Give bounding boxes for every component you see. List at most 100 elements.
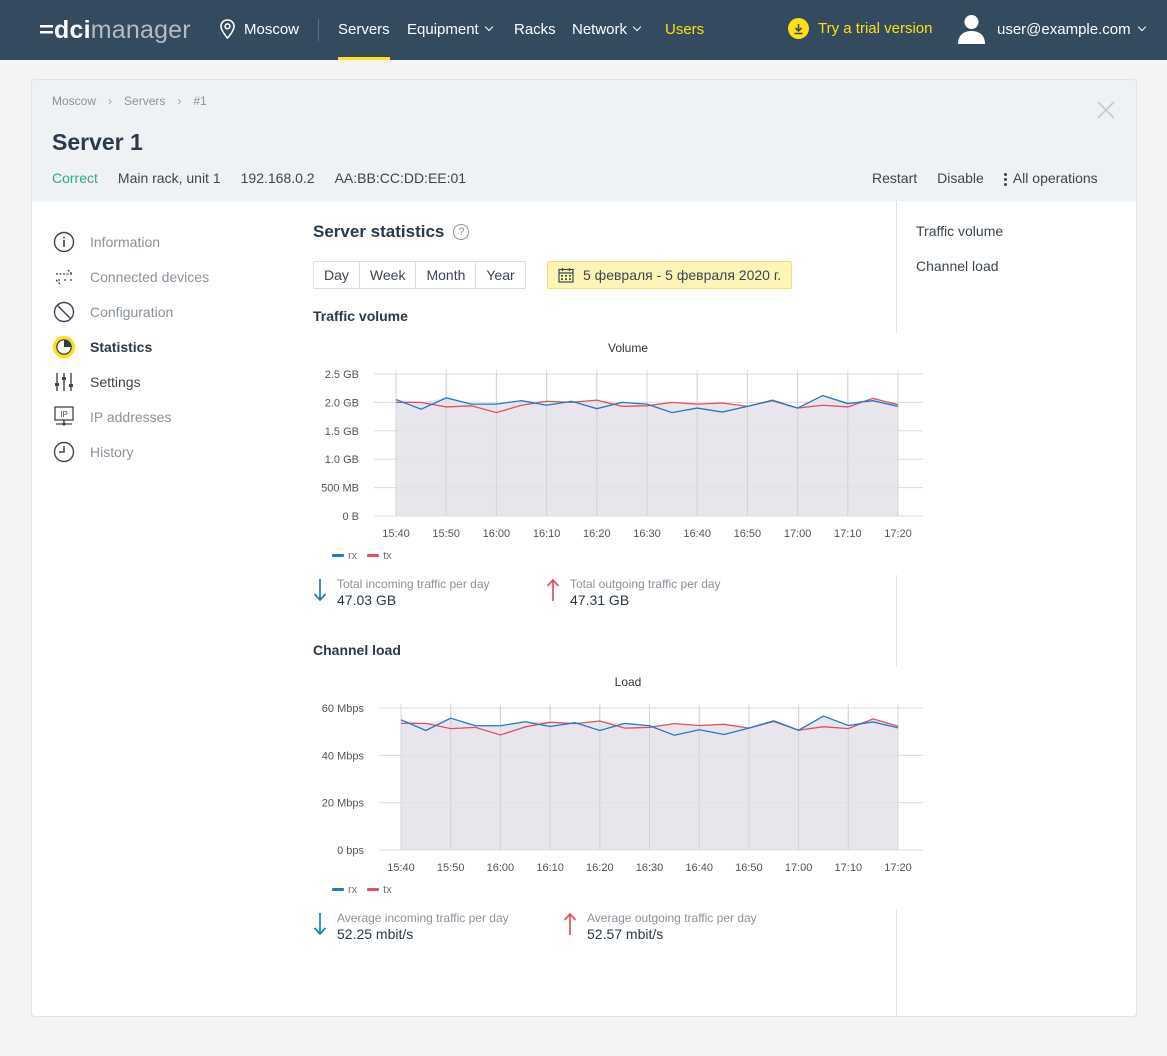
legend-swatch-rx: [332, 554, 344, 557]
close-icon[interactable]: [1096, 100, 1116, 120]
sidebar-item-label: History: [90, 443, 134, 460]
help-icon[interactable]: ?: [453, 224, 470, 240]
x-tick-label: 16:20: [583, 528, 611, 540]
legend-item-tx[interactable]: tx: [367, 550, 392, 562]
x-tick-label: 16:00: [483, 528, 511, 540]
y-tick-label: 0 B: [342, 511, 359, 523]
logo-text-dci: dci: [54, 16, 91, 44]
server-side-menu: Information Connected devices Configurat…: [52, 224, 209, 469]
legend-item-rx[interactable]: rx: [332, 884, 357, 896]
location-selector[interactable]: Moscow: [220, 19, 299, 39]
nav-users[interactable]: Users: [665, 0, 704, 60]
date-range-picker[interactable]: 5 февраля - 5 февраля 2020 г.: [547, 261, 793, 289]
sidebar-item-connected-devices[interactable]: Connected devices: [52, 259, 209, 294]
anchor-traffic-volume[interactable]: Traffic volume: [916, 223, 1003, 258]
more-vertical-icon: [1003, 172, 1007, 186]
breadcrumb-separator: ›: [108, 94, 113, 108]
trial-version-button[interactable]: Try a trial version: [788, 18, 932, 39]
nav-racks-label: Racks: [514, 21, 556, 38]
x-tick-label: 17:10: [834, 528, 862, 540]
location-label: Moscow: [244, 20, 300, 38]
dcimanager-logo[interactable]: dcimanager: [40, 16, 191, 45]
right-nav-divider: [896, 201, 897, 1016]
date-range-value: 5 февраля - 5 февраля 2020 г.: [583, 267, 782, 283]
legend-swatch-tx: [367, 888, 380, 891]
info-icon: [52, 230, 76, 254]
y-tick-label: 40 Mbps: [322, 750, 365, 762]
mac-address: AA:BB:CC:DD:EE:01: [334, 170, 467, 186]
stat-label: Average incoming traffic per day: [337, 911, 509, 925]
legend-label-rx: rx: [348, 884, 358, 896]
disable-button[interactable]: Disable: [937, 170, 984, 186]
breadcrumb-moscow[interactable]: Moscow: [52, 94, 96, 108]
logo-mark-icon: [40, 25, 53, 34]
ip-icon: IP: [52, 405, 76, 429]
sidebar-item-information[interactable]: Information: [52, 224, 209, 259]
server-meta: Correct Main rack, unit 1 192.168.0.2 AA…: [52, 170, 466, 186]
legend-swatch-tx: [367, 554, 380, 557]
legend-swatch-rx: [332, 888, 344, 891]
sidebar-item-label: IP addresses: [90, 408, 172, 425]
history-clock-icon: [52, 440, 76, 464]
y-tick-label: 0 bps: [337, 845, 364, 857]
x-tick-label: 16:30: [633, 528, 661, 540]
x-tick-label: 16:50: [734, 528, 762, 540]
breadcrumb-servers[interactable]: Servers: [124, 94, 165, 108]
x-tick-label: 17:00: [784, 528, 812, 540]
page-title: Server 1: [52, 129, 143, 155]
x-tick-label: 15:50: [432, 528, 460, 540]
chart-title-load: Load: [614, 675, 642, 689]
legend-label-rx: rx: [348, 550, 358, 562]
nav-users-label: Users: [665, 21, 705, 38]
nav-racks[interactable]: Racks: [514, 0, 556, 60]
x-tick-label: 16:10: [533, 528, 561, 540]
x-tick-label: 16:00: [487, 862, 515, 874]
volume-chart: 0 B 500 MB 1.0 GB 1.5 GB 2.0 GB 2.5 GB 15:40 15…: [321, 369, 923, 540]
arrow-down-icon: [313, 579, 327, 602]
nav-equipment[interactable]: Equipment: [407, 0, 493, 60]
server-card: Moscow › Servers › #1 Server 1 Correct M…: [31, 79, 1137, 1017]
y-tick-label: 1.5 GB: [325, 426, 359, 438]
period-month-button[interactable]: Month: [416, 262, 477, 288]
y-tick-label: 500 MB: [321, 483, 359, 495]
server-actions: Restart Disable All operations: [872, 170, 1098, 186]
all-operations-button[interactable]: All operations: [1003, 170, 1098, 186]
y-tick-label: 2.0 GB: [325, 397, 359, 409]
x-tick-label: 15:50: [437, 862, 465, 874]
y-tick-label: 1.0 GB: [325, 454, 359, 466]
stat-value: 52.25 mbit/s: [337, 926, 414, 942]
nav-servers[interactable]: Servers: [338, 0, 390, 60]
sidebar-item-label: Connected devices: [90, 268, 210, 285]
period-selector: Day Week Month Year: [313, 261, 526, 289]
restart-button[interactable]: Restart: [872, 170, 917, 186]
sidebar-item-label: Information: [90, 233, 161, 250]
sidebar-item-history[interactable]: History: [52, 434, 209, 469]
stat-average-incoming: Average incoming traffic per day 52.25 mb…: [313, 911, 509, 942]
top-navigation-bar: dcimanager Moscow Servers Equipment Rack…: [0, 0, 1167, 60]
x-tick-label: 17:20: [884, 528, 912, 540]
sidebar-item-ip-addresses[interactable]: IP IP addresses: [52, 399, 209, 434]
settings-sliders-icon: [52, 370, 76, 394]
nav-network[interactable]: Network: [572, 0, 642, 60]
x-tick-label: 15:40: [387, 862, 415, 874]
stat-label: Average outgoing traffic per day: [587, 911, 757, 925]
x-tick-label: 16:10: [536, 862, 564, 874]
sidebar-item-configuration[interactable]: Configuration: [52, 294, 209, 329]
breadcrumb-current: #1: [193, 94, 207, 108]
sidebar-item-statistics[interactable]: Statistics: [52, 329, 209, 364]
status-badge: Correct: [52, 170, 98, 186]
legend-item-tx[interactable]: tx: [367, 884, 392, 896]
statistics-icon: [52, 335, 76, 359]
sidebar-item-settings[interactable]: Settings: [52, 364, 209, 399]
period-day-button[interactable]: Day: [314, 262, 360, 288]
period-year-button[interactable]: Year: [476, 262, 524, 288]
server-header: Moscow › Servers › #1 Server 1 Correct M…: [32, 80, 1136, 201]
section-anchor-nav: Traffic volume Channel load: [916, 223, 1003, 293]
period-week-button[interactable]: Week: [360, 262, 417, 288]
chevron-down-icon: [632, 22, 642, 32]
y-tick-label: 60 Mbps: [322, 703, 365, 715]
legend-item-rx[interactable]: rx: [332, 550, 357, 562]
user-menu[interactable]: user@example.com: [958, 14, 1146, 44]
x-tick-label: 17:10: [835, 862, 863, 874]
anchor-channel-load[interactable]: Channel load: [916, 258, 1003, 293]
